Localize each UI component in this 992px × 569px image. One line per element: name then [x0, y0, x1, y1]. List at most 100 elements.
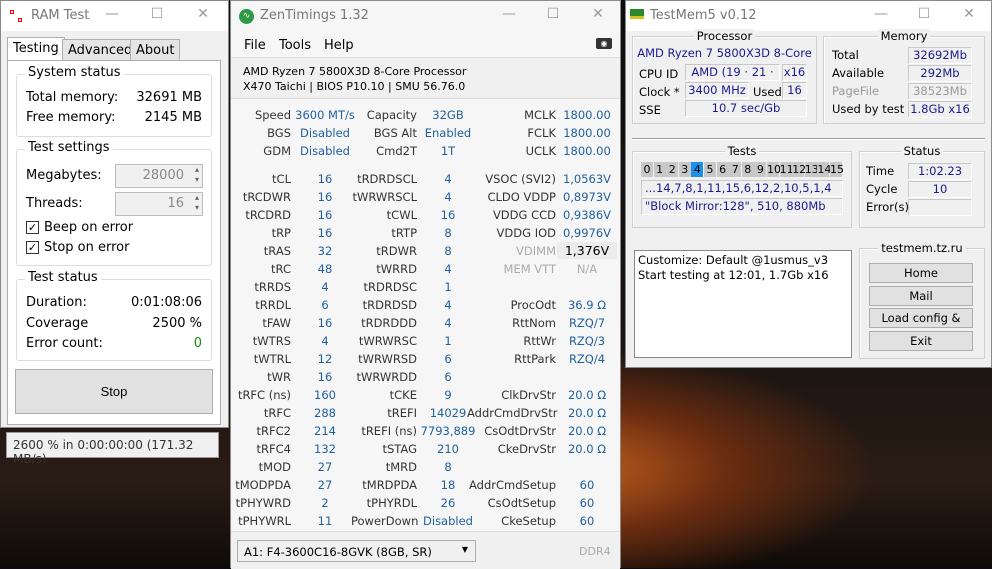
- megabytes-input[interactable]: 28000: [115, 164, 203, 188]
- maximize-icon[interactable]: ☐: [914, 6, 934, 22]
- log-box[interactable]: Customize: Default @1usmus_v3 Start test…: [634, 250, 852, 358]
- timing-label: BGS Alt: [373, 126, 417, 140]
- tab-about[interactable]: About: [130, 39, 181, 61]
- timing-label: tMODPDA: [235, 478, 291, 492]
- group-label: Memory: [877, 29, 931, 43]
- test-number: 9: [754, 162, 767, 177]
- timing-value: 16: [317, 226, 333, 240]
- label: CPU ID: [639, 67, 679, 81]
- window-title: RAM Test: [31, 8, 90, 23]
- sse-speed: 10.7 sec/Gb: [685, 100, 807, 117]
- timing-row: tRP 16 tRTP 8 VDDG IOD 0,9976V: [231, 224, 622, 242]
- timing-label: tRDRDSD: [362, 298, 417, 312]
- timing-label: ClkDrvStr: [501, 388, 556, 402]
- timing-label: tFAW: [262, 316, 291, 330]
- timing-label: tMRDPDA: [362, 478, 417, 492]
- test-number: 4: [691, 162, 704, 177]
- timing-row: tRFC (ns) 160 tCKE 9 ClkDrvStr 20.0 Ω: [231, 386, 622, 404]
- processor-group: Processor AMD Ryzen 7 5800X3D 8-Core CPU…: [632, 29, 817, 124]
- stop-on-error-checkbox[interactable]: ✓ Stop on error: [26, 240, 129, 255]
- minimize-icon[interactable]: —: [871, 6, 891, 22]
- tab-advanced[interactable]: Advanced: [62, 39, 139, 61]
- pagefile: 38523Mb: [908, 83, 972, 100]
- timing-row: tRCDRD 16 tCWL 16 VDDG CCD 0,9386V: [231, 206, 622, 224]
- timing-row: tRFC 288 tREFI 14029 AddrCmdDrvStr 20.0 Ω: [231, 404, 622, 422]
- timing-value: Disabled: [300, 144, 350, 158]
- timing-label: GDM: [263, 144, 291, 158]
- timing-value: 0,8973V: [562, 190, 612, 204]
- label: Clock *: [639, 85, 680, 99]
- timing-row: tPHYWRD 2 tPHYRDL 26 CsOdtSetup 60: [231, 494, 622, 512]
- close-icon[interactable]: ✕: [959, 6, 979, 22]
- test-number: 2: [666, 162, 679, 177]
- home-button[interactable]: Home: [869, 263, 973, 283]
- label: Error count:: [26, 336, 103, 351]
- timing-label: tMOD: [258, 460, 291, 474]
- minimize-icon[interactable]: —: [499, 6, 519, 22]
- test-number: 0: [641, 162, 653, 177]
- menu-help[interactable]: Help: [324, 38, 354, 53]
- testmem5-window: TestMem5 v0.12 — ☐ ✕ Processor AMD Ryzen…: [625, 0, 992, 368]
- label: Free memory:: [26, 110, 116, 125]
- ram-stick-icon: [630, 9, 644, 19]
- timing-label: tRRDS: [254, 280, 291, 294]
- test-number: 11: [779, 162, 794, 177]
- maximize-icon[interactable]: ☐: [543, 6, 563, 22]
- title-bar: TestMem5 v0.12 — ☐ ✕: [626, 1, 991, 31]
- threads-input[interactable]: 16: [115, 192, 203, 216]
- separator: [632, 138, 985, 140]
- timing-label: tRTP: [391, 226, 417, 240]
- maximize-icon[interactable]: ☐: [147, 6, 167, 22]
- timing-label: tCKE: [389, 388, 417, 402]
- stop-button[interactable]: Stop: [15, 369, 213, 414]
- timing-value: 1: [444, 280, 452, 294]
- label: Total memory:: [26, 90, 119, 105]
- timing-label: ProcOdt: [510, 298, 556, 312]
- timing-value: 20.0 Ω: [567, 424, 607, 438]
- tab-testing[interactable]: Testing: [7, 37, 65, 61]
- test-sequence: ...14,7,8,1,11,15,6,12,2,10,5,1,4: [641, 180, 843, 197]
- duration: 0:01:08:06: [130, 295, 202, 310]
- timing-row: tRRDL 6 tRDRDSD 4 ProcOdt 36.9 Ω: [231, 296, 622, 314]
- test-number: 10: [767, 162, 781, 177]
- available-memory: 292Mb: [908, 65, 972, 82]
- timing-label: tREFI: [387, 406, 417, 420]
- timing-label: tRFC4: [256, 442, 291, 456]
- timing-label: CLDO VDDP: [487, 190, 556, 204]
- exit-button[interactable]: Exit: [869, 331, 973, 351]
- timing-label: VDDG IOD: [496, 226, 556, 240]
- coverage: 2500 %: [152, 316, 202, 331]
- module-select[interactable]: A1: F4-3600C16-8GVK (8GB, SR) ▼: [237, 540, 476, 562]
- clock: 3400 MHz: [685, 82, 749, 99]
- timing-value: 16: [317, 208, 333, 222]
- beep-on-error-checkbox[interactable]: ✓ Beep on error: [26, 220, 133, 235]
- test-number: 13: [804, 162, 819, 177]
- group-label: Test settings: [25, 140, 113, 155]
- timing-label: tWRWRDD: [356, 370, 417, 384]
- label: Coverage: [26, 316, 89, 331]
- label: PageFile: [832, 84, 880, 98]
- board-info: X470 Taichi | BIOS P10.10 | SMU 56.76.0: [243, 80, 466, 93]
- label: Used: [753, 85, 782, 99]
- screenshot-camera-icon[interactable]: ◉: [596, 38, 612, 49]
- timing-value: 16: [317, 370, 333, 384]
- menu-tools[interactable]: Tools: [279, 38, 311, 53]
- load-config-exit-button[interactable]: Load config & exit: [869, 308, 973, 343]
- used-by-test: 1.8Gb x16: [908, 101, 972, 118]
- title-bar: RAM Test — ☐ ✕: [1, 1, 228, 31]
- test-number: 14: [817, 162, 832, 177]
- memory-group: Memory Total 32692Mb Available 292Mb Pag…: [823, 29, 985, 124]
- timing-label: tRDWR: [376, 244, 417, 258]
- minimize-icon[interactable]: —: [102, 6, 122, 22]
- memory-type: DDR4: [579, 545, 611, 558]
- current-test: "Block Mirror:128", 510, 880Mb: [641, 198, 843, 215]
- timing-label: tSTAG: [382, 442, 417, 456]
- close-icon[interactable]: ✕: [193, 6, 213, 22]
- timing-label: AddrCmdDrvStr: [467, 406, 558, 420]
- timing-label: MEM VTT: [503, 262, 556, 276]
- close-icon[interactable]: ✕: [588, 6, 608, 22]
- menu-file[interactable]: File: [244, 38, 266, 53]
- mail-button[interactable]: Mail: [869, 286, 973, 306]
- group-label: System status: [25, 65, 124, 80]
- timing-value: 0,9976V: [562, 226, 612, 240]
